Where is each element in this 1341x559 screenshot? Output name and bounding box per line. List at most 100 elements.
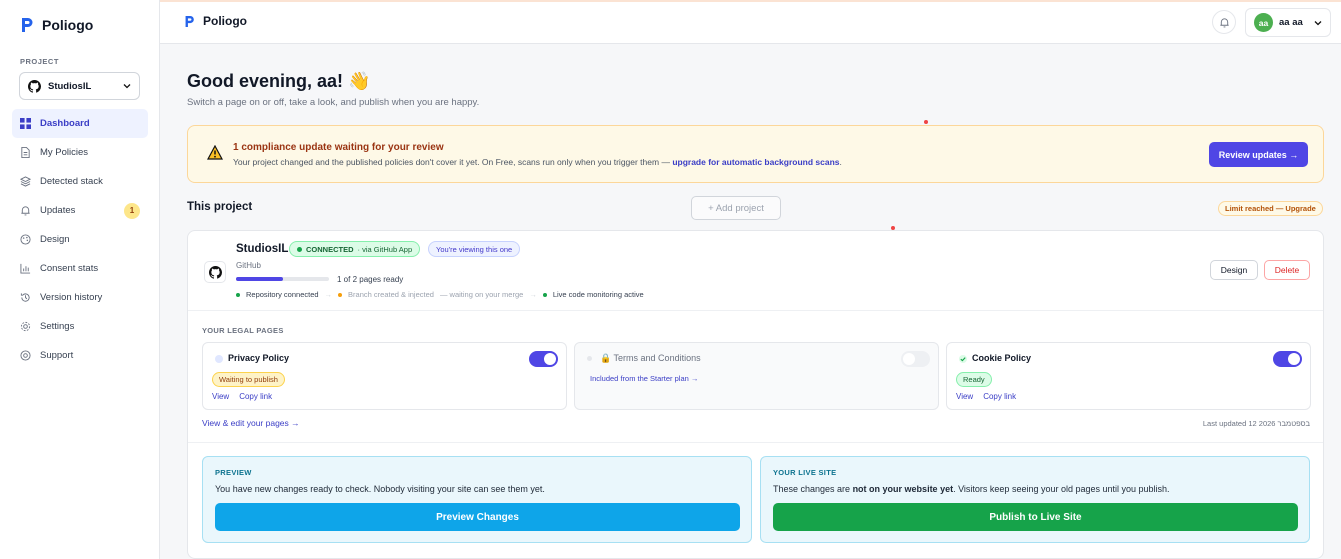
legal-pages-label: YOUR LEGAL PAGES — [202, 326, 284, 335]
topbar: Poliogo aa aa aa — [160, 2, 1341, 44]
step-note: — waiting on your merge — [439, 290, 524, 299]
sidebar-item-label: Support — [40, 350, 74, 361]
sidebar-item-dashboard[interactable]: Dashboard — [12, 109, 148, 138]
page-title-cookie: Cookie Policy — [972, 353, 1032, 363]
sidebar-item-label: Design — [40, 234, 70, 245]
sidebar-item-updates[interactable]: Updates 1 — [12, 196, 148, 225]
live-site-card: YOUR LIVE SITE These changes are not on … — [760, 456, 1310, 543]
bell-icon — [21, 206, 30, 216]
step-dot — [338, 292, 343, 297]
sidebar-item-label: Detected stack — [40, 176, 103, 187]
progress-text: 1 of 2 pages ready — [337, 275, 404, 284]
sidebar-item-design[interactable]: Design — [12, 225, 148, 254]
limit-upgrade-badge[interactable]: Limit reached — Upgrade — [1218, 201, 1323, 216]
status-dot — [587, 356, 592, 361]
preview-label: PREVIEW — [215, 468, 252, 477]
page-title-terms: 🔒 Terms and Conditions — [600, 353, 701, 363]
cookie-policy-toggle[interactable] — [1273, 351, 1302, 367]
sidebar-item-version-history[interactable]: Version history — [12, 283, 148, 312]
copy-link[interactable]: Copy link — [239, 392, 272, 401]
review-updates-button[interactable]: Review updates → — [1209, 142, 1308, 167]
project-icon — [204, 261, 226, 283]
divider — [188, 442, 1323, 443]
sidebar-item-support[interactable]: Support — [12, 341, 148, 370]
toggle-knob — [903, 353, 915, 365]
terms-toggle[interactable] — [901, 351, 930, 367]
preview-text: You have new changes ready to check. Nob… — [215, 484, 545, 494]
notifications-button[interactable] — [1212, 10, 1236, 34]
avatar: aa — [1254, 13, 1273, 32]
history-icon — [20, 293, 30, 302]
copy-link[interactable]: Copy link — [983, 392, 1016, 401]
page-card-cookie-policy: Cookie Policy Ready View Copy link — [946, 342, 1311, 410]
publish-live-button[interactable]: Publish to Live Site — [773, 503, 1298, 531]
live-text-a: These changes are — [773, 484, 853, 494]
step-label: Branch created & injected — [348, 290, 434, 299]
page-subtitle: Switch a page on or off, take a look, an… — [187, 97, 480, 108]
status-badge: Ready — [956, 372, 992, 387]
preview-changes-button[interactable]: Preview Changes — [215, 503, 740, 531]
document-icon — [21, 147, 30, 158]
user-menu-button[interactable]: aa aa aa — [1245, 8, 1331, 37]
project-card-header: StudiosIL CONNECTED · via GitHub App You… — [188, 231, 1323, 311]
starter-plan-link[interactable]: Included from the Starter plan → — [590, 374, 698, 383]
page-card-privacy-policy: Privacy Policy Waiting to publish View C… — [202, 342, 567, 410]
setup-steps: Repository connected → Branch created & … — [236, 290, 644, 299]
chevron-down-icon — [1314, 20, 1322, 25]
privacy-policy-toggle[interactable] — [529, 351, 558, 367]
indicator-dot — [924, 120, 928, 124]
bell-icon — [1219, 17, 1229, 27]
delete-button[interactable]: Delete — [1264, 260, 1310, 280]
sidebar-brand[interactable]: Poliogo — [20, 17, 93, 33]
connected-via: · via GitHub App — [357, 244, 413, 254]
warning-icon — [207, 145, 223, 160]
add-project-button[interactable]: + Add project — [691, 196, 781, 220]
status-dot — [297, 246, 302, 252]
live-site-label: YOUR LIVE SITE — [773, 468, 837, 477]
sidebar-nav: Dashboard My Policies Detected stack Upd… — [12, 109, 148, 370]
topbar-brand[interactable]: Poliogo — [184, 14, 247, 28]
sidebar-item-label: My Policies — [40, 147, 89, 158]
brand-name: Poliogo — [42, 17, 94, 33]
github-icon — [208, 265, 222, 279]
check-icon — [959, 355, 967, 363]
alert-title: 1 compliance update waiting for your rev… — [233, 142, 444, 153]
live-site-text: These changes are not on your website ye… — [773, 484, 1170, 494]
sidebar-item-my-policies[interactable]: My Policies — [12, 138, 148, 167]
page-title: Good evening, aa! 👋 — [187, 71, 371, 91]
preview-card: PREVIEW You have new changes ready to ch… — [202, 456, 752, 543]
view-link[interactable]: View — [956, 392, 973, 401]
page-title-privacy: Privacy Policy — [228, 353, 290, 363]
project-label: PROJECT — [20, 57, 59, 66]
last-updated: Last updated 12 בספטמבר 2026 — [1202, 419, 1310, 428]
project-select[interactable]: StudiosIL — [19, 72, 140, 100]
sidebar-item-label: Consent stats — [40, 263, 99, 274]
project-name: StudiosIL — [236, 243, 289, 255]
page-links: View Copy link — [956, 392, 1016, 401]
design-button[interactable]: Design — [1210, 260, 1258, 280]
user-name: aa aa — [1279, 17, 1303, 28]
project-card: StudiosIL CONNECTED · via GitHub App You… — [187, 230, 1324, 559]
viewing-badge: You're viewing this one — [428, 241, 521, 257]
alert-text-body: Your project changed and the published p… — [233, 157, 673, 167]
step-dot — [236, 292, 240, 297]
view-link[interactable]: View — [212, 392, 229, 401]
updates-count-badge: 1 — [124, 202, 140, 219]
view-edit-pages-link[interactable]: View & edit your pages → — [202, 418, 300, 428]
sidebar-item-detected-stack[interactable]: Detected stack — [12, 167, 148, 196]
gear-icon — [20, 321, 31, 332]
progress-bar-fill — [236, 277, 283, 281]
upgrade-link[interactable]: upgrade for automatic background scans — [672, 157, 839, 167]
sidebar-item-label: Updates — [40, 205, 76, 216]
step-label: Live code monitoring active — [552, 290, 644, 299]
sidebar-item-settings[interactable]: Settings — [12, 312, 148, 341]
page-card-terms: 🔒 Terms and Conditions Included from the… — [574, 342, 939, 410]
chart-icon — [20, 263, 31, 274]
sidebar-item-label: Settings — [40, 321, 75, 332]
sidebar-item-label: Dashboard — [40, 118, 90, 129]
connected-label: CONNECTED — [306, 244, 354, 254]
sidebar-item-consent-stats[interactable]: Consent stats — [12, 254, 148, 283]
logo-icon — [22, 18, 33, 32]
connected-badge: CONNECTED · via GitHub App — [289, 241, 421, 257]
sidebar: Poliogo PROJECT StudiosIL Dashboard My P… — [0, 0, 160, 559]
